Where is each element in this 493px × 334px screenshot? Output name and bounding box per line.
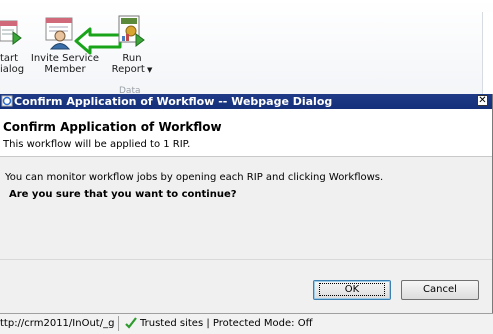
status-divider: [118, 316, 119, 331]
ok-button[interactable]: OK: [313, 280, 391, 300]
status-url: ttp://crm2011/InOut/_g: [0, 318, 115, 329]
dialog-message: You can monitor workflow jobs by opening…: [5, 172, 384, 183]
invite-service-member-button[interactable]: Invite Service Member: [30, 53, 100, 75]
ie-page-icon: [1, 95, 13, 110]
grid-fragment: [482, 12, 493, 94]
dialog-question: Are you sure that you want to continue?: [9, 189, 237, 200]
security-zone[interactable]: Trusted sites | Protected Mode: Off: [140, 318, 313, 329]
cancel-button[interactable]: Cancel: [401, 280, 479, 300]
arrow-left-icon: [74, 27, 122, 55]
close-button[interactable]: ✕: [477, 95, 488, 106]
start-dialog-button[interactable]: tart ialog: [0, 53, 24, 75]
chevron-down-icon: ▼: [144, 66, 153, 74]
ribbon: tart ialog Invite Service Member Run Rep…: [0, 0, 493, 95]
checkmark-icon: [124, 316, 138, 333]
start-dialog-icon[interactable]: [0, 18, 22, 51]
run-report-icon[interactable]: [116, 14, 146, 51]
status-bar: ttp://crm2011/InOut/_g Trusted sites | P…: [0, 313, 493, 334]
footer-divider: [0, 259, 492, 260]
close-icon: ✕: [478, 95, 487, 106]
dialog-subheading: This workflow will be applied to 1 RIP.: [3, 139, 191, 150]
run-report-button[interactable]: Run Report ▼: [106, 53, 158, 76]
webpage-dialog: Confirm Application of Workflow -- Webpa…: [0, 94, 493, 313]
dialog-heading: Confirm Application of Workflow: [3, 120, 222, 134]
dialog-header: Confirm Application of Workflow This wor…: [0, 109, 492, 157]
dialog-title: Confirm Application of Workflow -- Webpa…: [14, 95, 333, 108]
dialog-titlebar: Confirm Application of Workflow -- Webpa…: [0, 94, 492, 109]
ribbon-group-label: Data: [119, 86, 141, 93]
